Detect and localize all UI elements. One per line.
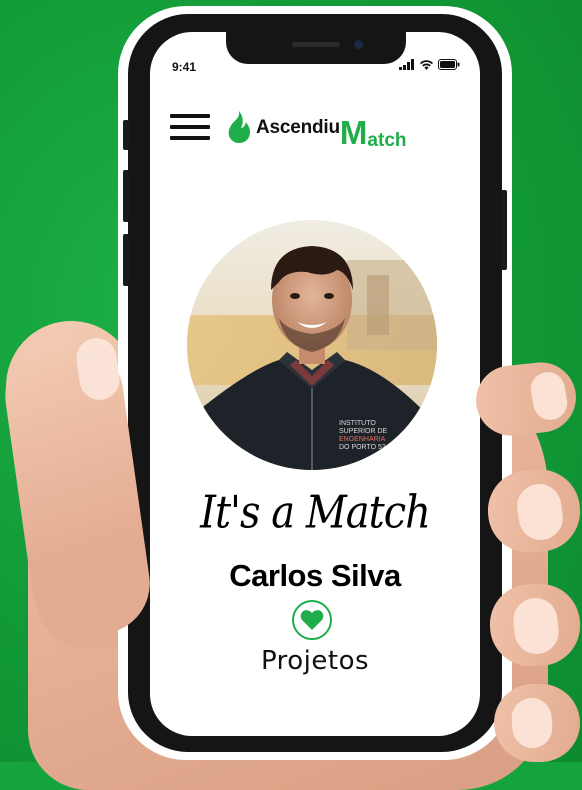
match-title: It's a Match [200,487,431,539]
logo-text-m: M [339,114,368,151]
front-camera [354,40,363,49]
status-icons [399,59,460,70]
speaker-grille [292,42,340,47]
finger-little-nail [510,696,554,750]
phone-volume-up-button [123,170,129,222]
signal-bars-icon [399,59,414,70]
menu-bar-middle [170,125,210,129]
heart-icon [300,610,324,630]
profile-photo: INSTITUTO SUPERIOR DE ENGENHARIA DO PORT… [187,220,437,470]
match-name: Carlos Silva [229,558,401,593]
logo-text-atch: atch [367,130,407,151]
phone-power-button [501,190,507,270]
hamburger-menu-icon[interactable] [170,114,210,142]
phone-volume-down-button [123,234,129,286]
jacket-text-line1: INSTITUTO [339,420,376,427]
phone-screen: 9:41 Ascendiu M atch INSTITUTO SUPERIOR … [150,32,480,736]
notch [226,32,406,64]
profile-photo-image: INSTITUTO SUPERIOR DE ENGENHARIA DO PORT… [187,220,437,470]
like-button[interactable] [292,600,332,640]
match-category: Projetos [260,646,370,676]
phone-side-button [123,120,129,150]
logo-text-ascendiu: Ascendiu [256,117,340,138]
flame-icon [228,111,250,143]
battery-icon [438,59,460,70]
wifi-icon [420,60,433,70]
jacket-text-line3: ENGENHARIA [339,436,386,443]
app-logo[interactable]: Ascendiu M atch [224,108,407,152]
jacket-text-line4: DO PORTO 52 [339,444,386,451]
menu-bar-top [170,114,210,118]
status-time: 9:41 [172,60,197,74]
jacket-text-line2: SUPERIOR DE [339,428,388,435]
menu-bar-bottom [170,136,210,140]
